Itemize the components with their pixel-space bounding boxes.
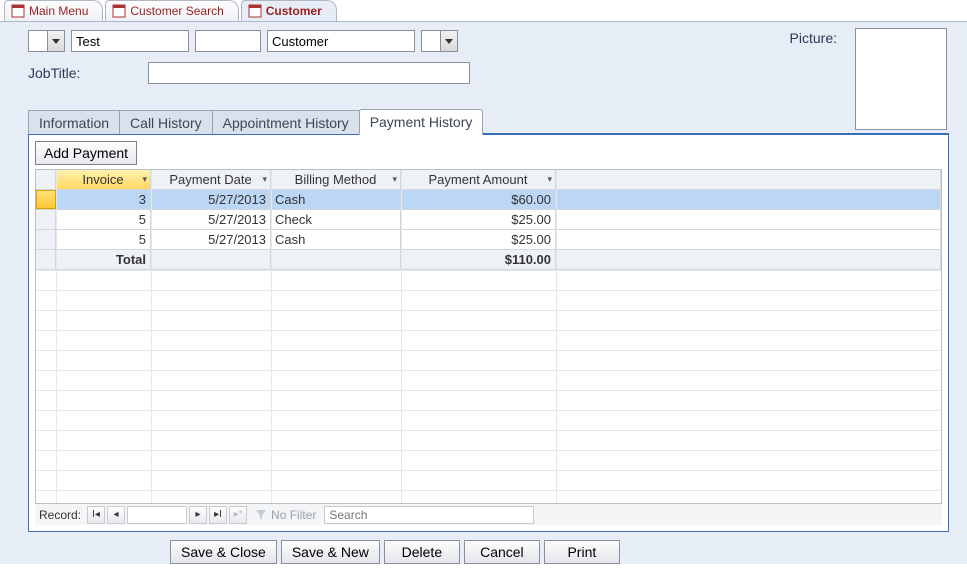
cell-date[interactable]: 5/27/2013 bbox=[151, 210, 271, 229]
cell-method[interactable]: Check bbox=[271, 210, 401, 229]
tab-label: Payment History bbox=[370, 114, 473, 130]
row-selector bbox=[36, 250, 56, 269]
form-icon bbox=[248, 4, 262, 18]
save-close-button[interactable]: Save & Close bbox=[170, 540, 277, 564]
cell-invoice[interactable]: 5 bbox=[56, 230, 151, 249]
delete-button[interactable]: Delete bbox=[384, 540, 460, 564]
suffix-input[interactable] bbox=[422, 31, 440, 51]
cell-method[interactable]: Cash bbox=[271, 230, 401, 249]
cancel-button[interactable]: Cancel bbox=[464, 540, 540, 564]
record-search-input[interactable] bbox=[324, 506, 534, 524]
filter-icon bbox=[255, 509, 267, 521]
record-number-input[interactable] bbox=[127, 506, 187, 524]
col-header-billing-method[interactable]: Billing Method▾ bbox=[271, 170, 401, 189]
doc-tab-customer-search[interactable]: Customer Search bbox=[105, 0, 238, 21]
cell-date[interactable]: 5/27/2013 bbox=[151, 230, 271, 249]
tab-label: Information bbox=[39, 115, 109, 131]
table-row[interactable]: 5 5/27/2013 Check $25.00 bbox=[36, 210, 941, 230]
col-header-invoice[interactable]: Invoice▾ bbox=[56, 170, 151, 189]
row-selector[interactable] bbox=[36, 190, 56, 209]
tab-payment-history[interactable]: Payment History bbox=[359, 109, 484, 135]
dropdown-icon[interactable] bbox=[47, 31, 64, 51]
cell-method[interactable]: Cash bbox=[271, 190, 401, 209]
picture-label: Picture: bbox=[790, 30, 837, 46]
no-filter-indicator: No Filter bbox=[255, 508, 316, 522]
form-footer: Save & Close Save & New Delete Cancel Pr… bbox=[0, 532, 967, 564]
form-icon bbox=[11, 4, 25, 18]
cell-invoice[interactable]: 5 bbox=[56, 210, 151, 229]
doc-tab-main-menu[interactable]: Main Menu bbox=[4, 0, 103, 21]
tab-information[interactable]: Information bbox=[28, 110, 120, 135]
form-icon bbox=[112, 4, 126, 18]
jobtitle-label: JobTitle: bbox=[28, 65, 148, 81]
total-amount: $110.00 bbox=[401, 250, 556, 269]
cell-invoice[interactable]: 3 bbox=[56, 190, 151, 209]
jobtitle-input[interactable] bbox=[148, 62, 470, 84]
chevron-down-icon[interactable]: ▾ bbox=[392, 174, 397, 185]
doc-tab-customer[interactable]: Customer bbox=[241, 0, 337, 21]
col-header-payment-amount[interactable]: Payment Amount▾ bbox=[401, 170, 556, 189]
select-all-cell[interactable] bbox=[36, 170, 56, 189]
cell-amount[interactable]: $25.00 bbox=[401, 230, 556, 249]
total-row: Total $110.00 bbox=[36, 250, 941, 270]
cell-amount[interactable]: $60.00 bbox=[401, 190, 556, 209]
cell-amount[interactable]: $25.00 bbox=[401, 210, 556, 229]
nav-last-button[interactable]: ▸I bbox=[209, 506, 227, 524]
doc-tab-label: Customer Search bbox=[130, 4, 223, 18]
tab-label: Appointment History bbox=[223, 115, 349, 131]
add-payment-button[interactable]: Add Payment bbox=[35, 141, 137, 165]
customer-form-header: JobTitle: Picture: bbox=[0, 22, 967, 108]
table-row[interactable]: 5 5/27/2013 Cash $25.00 bbox=[36, 230, 941, 250]
col-header-payment-date[interactable]: Payment Date▾ bbox=[151, 170, 271, 189]
chevron-down-icon[interactable]: ▾ bbox=[142, 174, 147, 185]
record-navigator: Record: I◂ ◂ ▸ ▸I ▸* No Filter bbox=[35, 503, 942, 525]
nav-prev-button[interactable]: ◂ bbox=[107, 506, 125, 524]
doc-tab-label: Main Menu bbox=[29, 4, 88, 18]
tab-appointment-history[interactable]: Appointment History bbox=[212, 110, 360, 135]
tab-call-history[interactable]: Call History bbox=[119, 110, 213, 135]
suffix-combo[interactable] bbox=[421, 30, 458, 52]
save-new-button[interactable]: Save & New bbox=[281, 540, 380, 564]
dropdown-icon[interactable] bbox=[440, 31, 457, 51]
last-name-input[interactable] bbox=[267, 30, 415, 52]
chevron-down-icon[interactable]: ▾ bbox=[262, 174, 267, 185]
nav-new-button[interactable]: ▸* bbox=[229, 506, 247, 524]
doc-tab-label: Customer bbox=[266, 4, 322, 18]
record-label: Record: bbox=[39, 508, 81, 522]
table-row[interactable]: 3 5/27/2013 Cash $60.00 bbox=[36, 190, 941, 210]
detail-tabs-section: Information Call History Appointment His… bbox=[0, 108, 967, 532]
picture-box[interactable] bbox=[855, 28, 947, 130]
first-name-input[interactable] bbox=[71, 30, 189, 52]
prefix-combo[interactable] bbox=[28, 30, 65, 52]
print-button[interactable]: Print bbox=[544, 540, 620, 564]
nav-next-button[interactable]: ▸ bbox=[189, 506, 207, 524]
document-tab-bar: Main Menu Customer Search Customer bbox=[0, 0, 967, 22]
row-selector[interactable] bbox=[36, 230, 56, 249]
middle-name-input[interactable] bbox=[195, 30, 261, 52]
payment-datasheet: Invoice▾ Payment Date▾ Billing Method▾ P… bbox=[35, 169, 942, 509]
chevron-down-icon[interactable]: ▾ bbox=[547, 174, 552, 185]
col-header-blank bbox=[556, 170, 941, 189]
nav-first-button[interactable]: I◂ bbox=[87, 506, 105, 524]
grid-background bbox=[36, 270, 941, 508]
payment-history-panel: Add Payment Invoice▾ Payment Date▾ Billi… bbox=[28, 134, 949, 532]
prefix-input[interactable] bbox=[29, 31, 47, 51]
row-selector[interactable] bbox=[36, 210, 56, 229]
total-label: Total bbox=[56, 250, 151, 269]
tab-label: Call History bbox=[130, 115, 202, 131]
cell-date[interactable]: 5/27/2013 bbox=[151, 190, 271, 209]
datasheet-header: Invoice▾ Payment Date▾ Billing Method▾ P… bbox=[36, 170, 941, 190]
